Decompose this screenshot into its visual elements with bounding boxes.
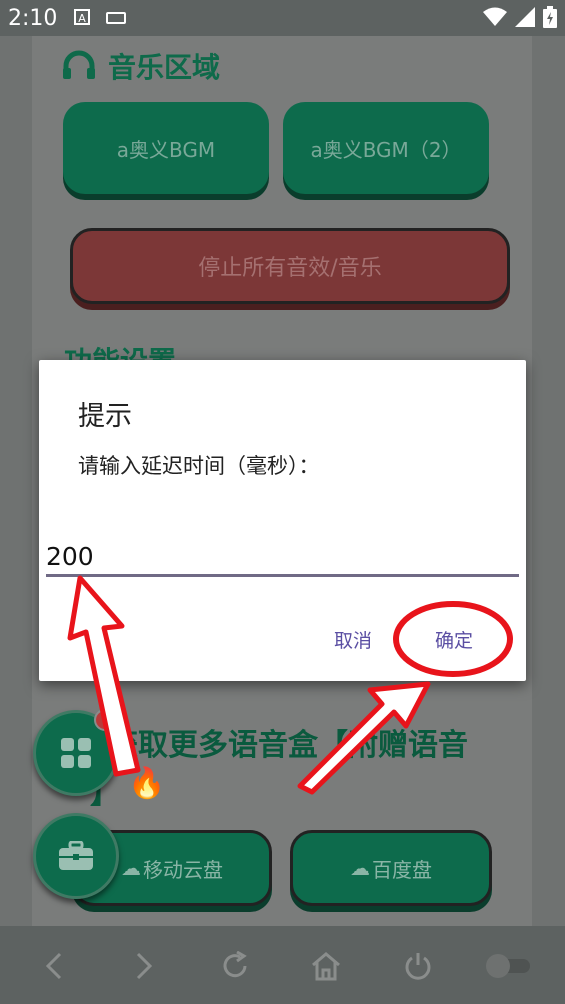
forward-button[interactable] bbox=[124, 946, 164, 986]
back-icon bbox=[45, 952, 62, 980]
annotation-arrow-up bbox=[67, 575, 141, 777]
forward-icon bbox=[136, 952, 153, 980]
power-icon bbox=[405, 953, 431, 980]
toggle-icon bbox=[486, 954, 530, 978]
annotation-circle bbox=[393, 601, 513, 677]
home-button[interactable] bbox=[306, 946, 346, 986]
toggle-button[interactable] bbox=[484, 946, 534, 986]
annotation-layer bbox=[67, 575, 513, 795]
home-icon bbox=[312, 952, 340, 981]
refresh-icon bbox=[223, 951, 247, 978]
power-button[interactable] bbox=[398, 946, 438, 986]
refresh-button[interactable] bbox=[215, 946, 255, 986]
back-button[interactable] bbox=[34, 946, 74, 986]
annotation-arrow-right bbox=[297, 681, 431, 795]
bottom-nav-bar bbox=[0, 926, 565, 1004]
